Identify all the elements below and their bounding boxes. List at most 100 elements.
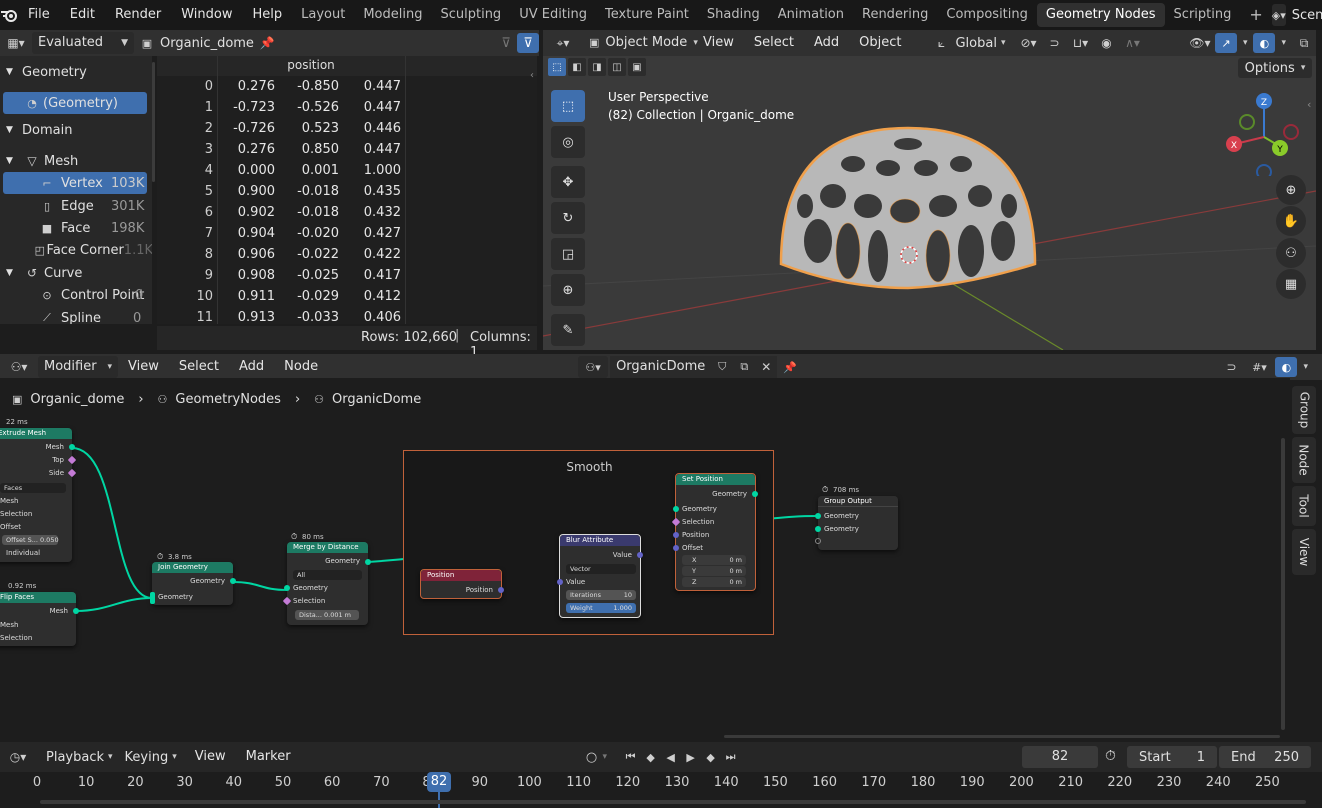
- jump-to-start-icon[interactable]: ⏮: [621, 750, 641, 764]
- output-socket[interactable]: [752, 491, 758, 497]
- proportional-editing-icon[interactable]: ◉: [1096, 36, 1118, 50]
- domain-item-spline[interactable]: ⟋ Spline 0: [3, 307, 147, 325]
- side-tab-group[interactable]: Group: [1292, 386, 1316, 434]
- column-header-position[interactable]: position: [217, 58, 405, 72]
- weight-field[interactable]: Weight 1.000: [566, 603, 636, 613]
- tab-rendering[interactable]: Rendering: [853, 3, 937, 27]
- filter-icon[interactable]: ⊽: [517, 33, 539, 53]
- editor-type-spreadsheet-icon[interactable]: ▦▾: [0, 36, 32, 50]
- timeline-menu-view[interactable]: View: [185, 742, 236, 772]
- preview-range-stopwatch-icon[interactable]: ⏱: [1105, 748, 1116, 764]
- select-subtract-icon[interactable]: ◨: [588, 58, 606, 76]
- iterations-field[interactable]: Iterations 10: [566, 590, 636, 600]
- overlays-icon[interactable]: ◐: [1275, 357, 1298, 377]
- auto-keying-icon[interactable]: ○: [581, 750, 603, 765]
- snap-target-icon[interactable]: ⊔▾: [1066, 36, 1096, 50]
- data-type-dropdown[interactable]: Vector: [566, 564, 636, 574]
- input-socket[interactable]: [284, 585, 290, 591]
- tab-compositing[interactable]: Compositing: [937, 3, 1037, 27]
- 3d-viewport[interactable]: ⬚ ◧ ◨ ◫ ▣ Options ▾ ⬚ ◎ ✥ ↻ ◲ ⊕ ✎ User Pe…: [543, 56, 1316, 350]
- merge-mode-dropdown[interactable]: All: [293, 570, 362, 580]
- fake-user-shield-icon[interactable]: ⛉: [711, 356, 734, 378]
- blender-logo-icon[interactable]: [0, 0, 18, 30]
- mesh-section[interactable]: ▼ ▽ Mesh: [6, 150, 78, 172]
- move-tool-icon[interactable]: ✥: [551, 166, 585, 198]
- evaluation-mode-dropdown[interactable]: Evaluated ▼: [32, 32, 134, 54]
- editor-type-3d-view-icon[interactable]: ⌖▾: [543, 36, 583, 51]
- node-blur-attribute[interactable]: Blur Attribute Value Vector Value Iterat…: [557, 534, 643, 618]
- geometry-item[interactable]: ◔ (Geometry): [3, 92, 147, 114]
- chevron-down-icon[interactable]: ▾: [1303, 362, 1308, 372]
- offset-y-field[interactable]: Y 0 m: [682, 566, 746, 576]
- offset-scale-field[interactable]: Offset S... 0.050: [2, 535, 59, 545]
- domain-item-face-corner[interactable]: ◰ Face Corner 1.1K: [3, 239, 152, 261]
- end-frame-field[interactable]: End 250: [1219, 746, 1311, 768]
- navigation-gizmo[interactable]: Z X Y: [1219, 92, 1309, 176]
- spreadsheet-sidebar-scrollbar[interactable]: [152, 62, 155, 182]
- input-socket[interactable]: [815, 538, 821, 544]
- select-intersect-icon[interactable]: ▣: [628, 58, 646, 76]
- options-button[interactable]: Options ▾: [1238, 58, 1312, 78]
- falloff-icon[interactable]: ∧▾: [1118, 36, 1148, 50]
- node-join-geometry[interactable]: Join Geometry Geometry Geometry: [150, 562, 236, 605]
- curve-section[interactable]: ▼ ↺ Curve: [6, 262, 82, 284]
- domain-item-vertex[interactable]: ⌐ Vertex 103K: [3, 172, 147, 194]
- editor-type-node-icon[interactable]: ⚇▾: [0, 360, 38, 374]
- rotate-tool-icon[interactable]: ↻: [551, 202, 585, 234]
- node-group-browse-icon[interactable]: ⚇▾: [578, 356, 609, 378]
- domain-item-face[interactable]: ■ Face 198K: [3, 217, 147, 239]
- visibility-icon[interactable]: 👁▾: [1185, 36, 1215, 50]
- snapping-icon[interactable]: ⊃: [1044, 36, 1066, 50]
- select-invert-icon[interactable]: ◫: [608, 58, 626, 76]
- viewport-menu-select[interactable]: Select: [744, 30, 804, 56]
- node-editor-canvas[interactable]: ▣ Organic_dome › ⚇ GeometryNodes › ⚇ Org…: [0, 378, 1290, 740]
- tab-sculpting[interactable]: Sculpting: [431, 3, 510, 27]
- chevron-down-icon[interactable]: ▾: [1281, 38, 1286, 48]
- chevron-down-icon[interactable]: ▾: [1243, 38, 1248, 48]
- input-socket[interactable]: [150, 592, 155, 604]
- perspective-toggle-icon[interactable]: ▦: [1276, 269, 1306, 299]
- jump-to-keyframe-prev-icon[interactable]: ◆: [641, 751, 661, 764]
- node-set-position[interactable]: Set Position Geometry Geometry Selection…: [671, 473, 758, 591]
- input-socket[interactable]: [557, 579, 563, 585]
- node-extrude-mesh[interactable]: Extrude Mesh Mesh Top Side Faces Mesh Se…: [0, 428, 77, 562]
- object-mode-dropdown[interactable]: ▣ Object Mode ▾: [583, 32, 698, 54]
- timeline-menu-marker[interactable]: Marker: [236, 742, 301, 772]
- snapping-icon[interactable]: ⊃: [1219, 360, 1243, 374]
- pin-icon[interactable]: 📌: [256, 36, 278, 50]
- transform-tool-icon[interactable]: ⊕: [551, 274, 585, 306]
- node-menu-select[interactable]: Select: [169, 354, 229, 380]
- unlink-close-icon[interactable]: ✕: [755, 356, 778, 378]
- node-merge-by-distance[interactable]: Merge by Distance Geometry All Geometry …: [282, 542, 371, 625]
- tab-layout[interactable]: Layout: [292, 3, 354, 27]
- input-socket[interactable]: [815, 526, 821, 532]
- timeline-menu-playback[interactable]: Playback: [36, 750, 108, 765]
- tab-geometry-nodes[interactable]: Geometry Nodes: [1036, 3, 1165, 27]
- jump-to-keyframe-next-icon[interactable]: ◆: [701, 751, 721, 764]
- select-box-tool[interactable]: ⬚: [551, 90, 585, 122]
- timeline-scrollbar[interactable]: [40, 800, 1306, 804]
- tab-uv-editing[interactable]: UV Editing: [510, 3, 596, 27]
- tab-scripting[interactable]: Scripting: [1165, 3, 1241, 27]
- pivot-point-icon[interactable]: ⊘▾: [1014, 36, 1044, 50]
- side-tab-view[interactable]: View: [1292, 529, 1316, 575]
- editor-type-timeline-icon[interactable]: ◷▾: [0, 750, 36, 764]
- menu-render[interactable]: Render: [105, 0, 171, 30]
- individual-checkbox[interactable]: Individual: [6, 549, 40, 557]
- tab-animation[interactable]: Animation: [769, 3, 853, 27]
- side-tab-tool[interactable]: Tool: [1292, 486, 1316, 526]
- geometry-section[interactable]: ▼ Geometry: [6, 61, 87, 83]
- viewport-menu-view[interactable]: View: [693, 30, 744, 56]
- overlays-icon[interactable]: ◐: [1253, 33, 1276, 53]
- output-socket[interactable]: [637, 552, 643, 558]
- node-menu-node[interactable]: Node: [274, 354, 328, 380]
- playhead[interactable]: 82: [427, 772, 451, 792]
- output-socket[interactable]: [69, 444, 75, 450]
- pin-icon[interactable]: 📌: [777, 361, 803, 374]
- input-socket[interactable]: [815, 513, 821, 519]
- select-extend-icon[interactable]: ◧: [568, 58, 586, 76]
- menu-file[interactable]: File: [18, 0, 60, 30]
- tab-modeling[interactable]: Modeling: [354, 3, 431, 27]
- duplicate-icon[interactable]: ⧉: [733, 356, 756, 378]
- tab-shading[interactable]: Shading: [698, 3, 769, 27]
